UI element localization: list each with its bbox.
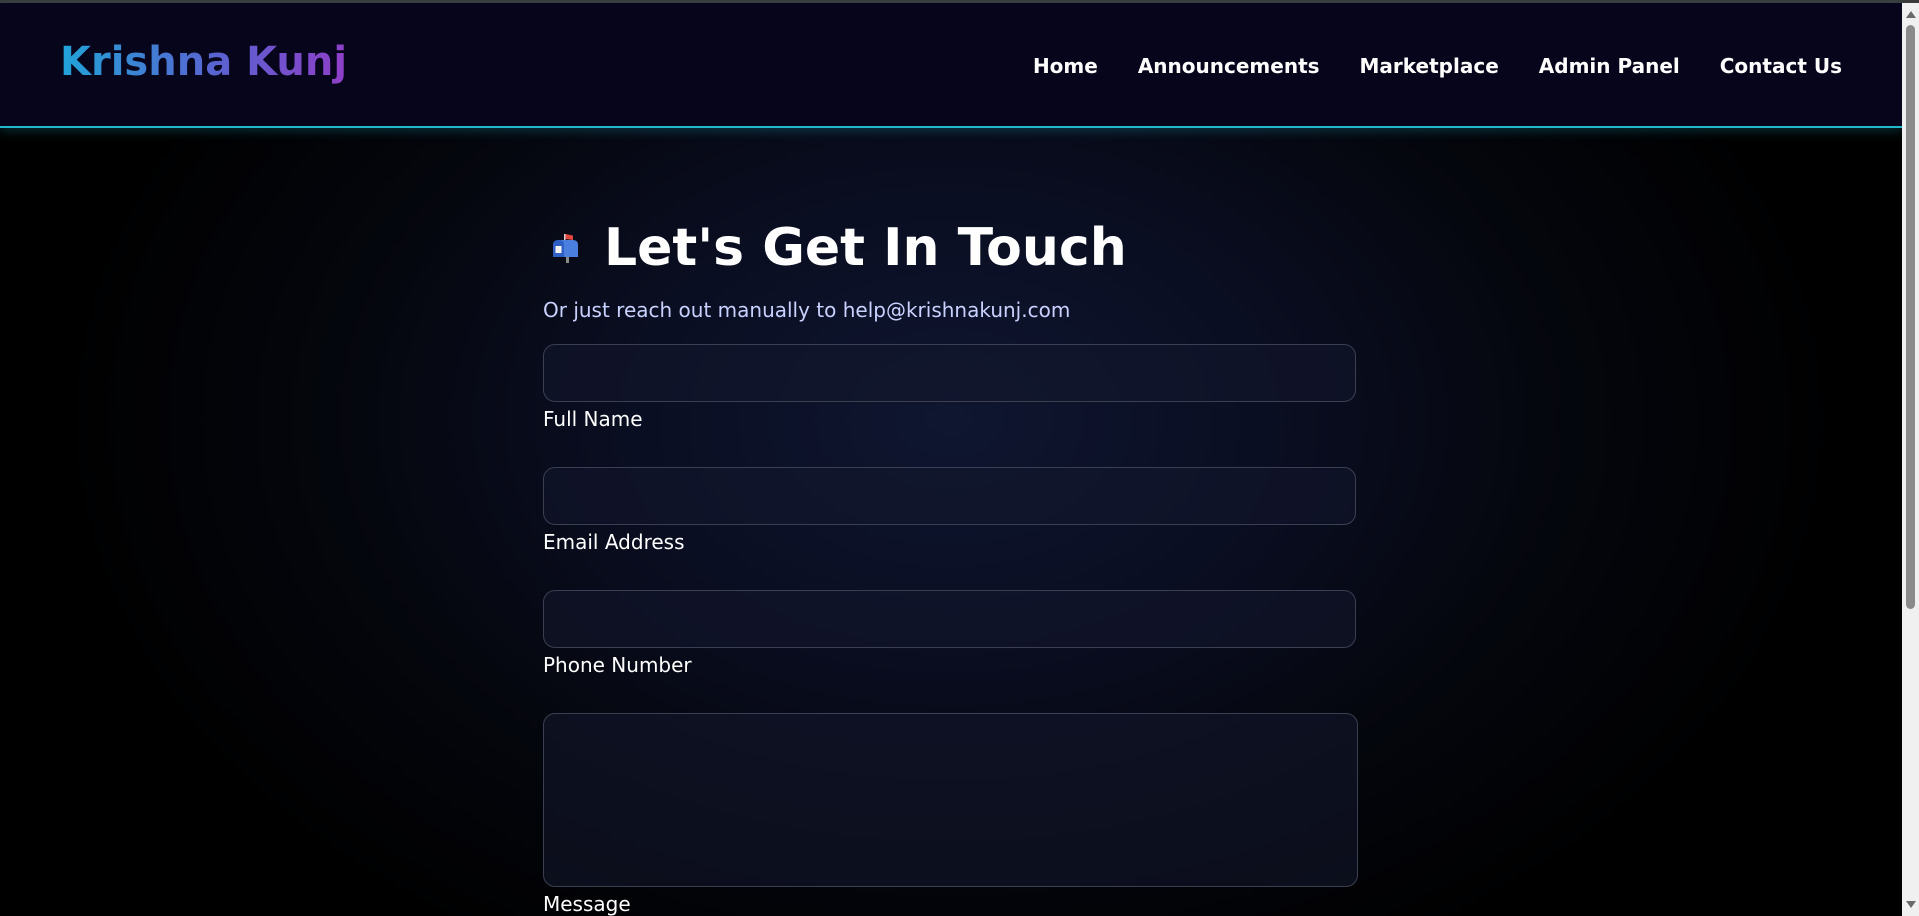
nav-admin-panel[interactable]: Admin Panel <box>1539 54 1680 78</box>
email-input[interactable] <box>543 467 1356 525</box>
navbar: Krishna Kunj Home Announcements Marketpl… <box>0 3 1902 128</box>
email-label: Email Address <box>543 530 685 554</box>
nav-contact-us[interactable]: Contact Us <box>1720 54 1842 78</box>
contact-section: Let's Get In Touch Or just reach out man… <box>543 215 1358 916</box>
nav-marketplace[interactable]: Marketplace <box>1360 54 1499 78</box>
email-field: Email Address <box>543 467 1358 554</box>
message-field: Message <box>543 713 1358 916</box>
nav-announcements[interactable]: Announcements <box>1138 54 1320 78</box>
full-name-label: Full Name <box>543 407 643 431</box>
full-name-input[interactable] <box>543 344 1356 402</box>
message-textarea[interactable] <box>543 713 1358 887</box>
heading-row: Let's Get In Touch <box>543 215 1358 281</box>
nav-links: Home Announcements Marketplace Admin Pan… <box>1033 54 1842 78</box>
message-label: Message <box>543 892 631 916</box>
vertical-scrollbar[interactable] <box>1902 3 1919 916</box>
full-name-field: Full Name <box>543 344 1358 431</box>
page: Krishna Kunj Home Announcements Marketpl… <box>0 0 1919 916</box>
scroll-thumb[interactable] <box>1906 25 1915 609</box>
page-title: Let's Get In Touch <box>604 218 1127 278</box>
phone-input[interactable] <box>543 590 1356 648</box>
brand-logo[interactable]: Krishna Kunj <box>60 39 347 85</box>
nav-home[interactable]: Home <box>1033 54 1098 78</box>
scroll-up-arrow-icon[interactable] <box>1906 11 1916 18</box>
scroll-down-arrow-icon[interactable] <box>1906 901 1916 908</box>
phone-field: Phone Number <box>543 590 1358 677</box>
mailbox-icon <box>553 234 578 263</box>
subtitle: Or just reach out manually to help@krish… <box>543 298 1071 322</box>
phone-label: Phone Number <box>543 653 692 677</box>
